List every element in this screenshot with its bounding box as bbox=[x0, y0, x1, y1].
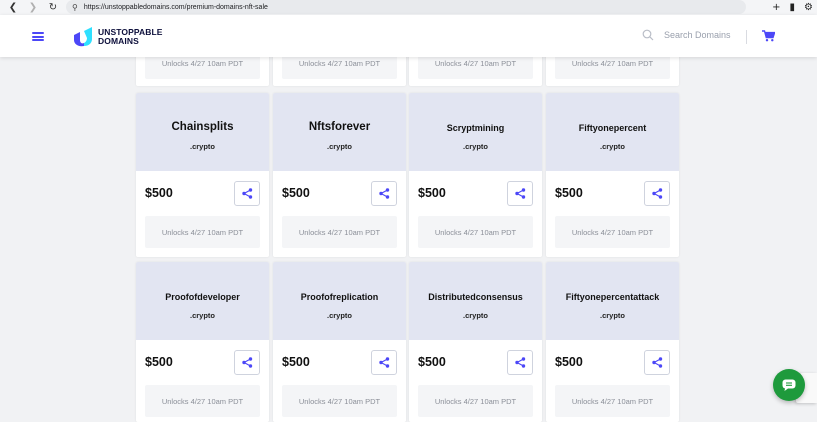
search-bar[interactable]: Search Domains bbox=[642, 29, 731, 41]
domain-tld: .crypto bbox=[462, 142, 488, 151]
price: $500 bbox=[555, 355, 583, 369]
unlock-label: Unlocks 4/27 10am PDT bbox=[555, 385, 670, 417]
share-button[interactable] bbox=[644, 350, 670, 375]
share-icon bbox=[651, 357, 662, 368]
domain-tld: .crypto bbox=[599, 311, 625, 320]
card-header: Proofofreplication .crypto bbox=[273, 262, 406, 340]
price: $500 bbox=[418, 186, 446, 200]
share-icon bbox=[514, 188, 525, 199]
unlock-label: Unlocks 4/27 10am PDT bbox=[418, 385, 533, 417]
settings-icon[interactable]: ⚙ bbox=[804, 2, 813, 13]
share-icon bbox=[241, 357, 252, 368]
price: $500 bbox=[145, 186, 173, 200]
price: $500 bbox=[555, 186, 583, 200]
share-icon bbox=[241, 188, 252, 199]
back-icon[interactable]: ❮ bbox=[6, 0, 20, 15]
domain-card[interactable]: Nftsforever .crypto $500 Unlocks 4/27 10… bbox=[273, 93, 406, 257]
logo-icon[interactable] bbox=[72, 27, 94, 47]
new-tab-icon[interactable]: + bbox=[772, 2, 780, 13]
search-input[interactable]: Search Domains bbox=[664, 30, 731, 40]
price: $500 bbox=[282, 355, 310, 369]
brand-name[interactable]: UNSTOPPABLE DOMAINS bbox=[98, 28, 163, 46]
chat-button[interactable] bbox=[773, 369, 805, 401]
domain-name: Proofofdeveloper bbox=[165, 292, 240, 302]
share-icon bbox=[378, 357, 389, 368]
share-button[interactable] bbox=[507, 181, 533, 206]
search-icon: ⚲ bbox=[72, 2, 78, 12]
domain-tld: .crypto bbox=[462, 311, 488, 320]
share-button[interactable] bbox=[371, 350, 397, 375]
domain-name: Distributedconsensus bbox=[428, 292, 523, 302]
domain-card[interactable]: Fiftyonepercent .crypto $500 Unlocks 4/2… bbox=[546, 93, 679, 257]
card-header: Fiftyonepercentattack .crypto bbox=[546, 262, 679, 340]
domain-card[interactable]: Proofofdeveloper .crypto $500 Unlocks 4/… bbox=[136, 262, 269, 422]
domain-card[interactable]: Distributedconsensus .crypto $500 Unlock… bbox=[409, 262, 542, 422]
brand-line2: DOMAINS bbox=[98, 36, 139, 46]
domain-tld: .crypto bbox=[326, 311, 352, 320]
domain-tld: .crypto bbox=[326, 142, 352, 151]
chat-icon bbox=[782, 379, 796, 391]
price: $500 bbox=[145, 355, 173, 369]
share-icon bbox=[378, 188, 389, 199]
domain-card[interactable]: Scryptmining .crypto $500 Unlocks 4/27 1… bbox=[409, 93, 542, 257]
domain-name: Nftsforever bbox=[308, 121, 371, 133]
share-button[interactable] bbox=[234, 350, 260, 375]
domain-tld: .crypto bbox=[599, 142, 625, 151]
site-header: UNSTOPPABLE DOMAINS Search Domains bbox=[0, 15, 817, 57]
domain-card[interactable]: Proofofreplication .crypto $500 Unlocks … bbox=[273, 262, 406, 422]
header-divider bbox=[746, 30, 747, 44]
domain-name: Chainsplits bbox=[171, 121, 234, 133]
share-button[interactable] bbox=[234, 181, 260, 206]
domain-card[interactable]: Chainsplits .crypto $500 Unlocks 4/27 10… bbox=[136, 93, 269, 257]
unlock-label: Unlocks 4/27 10am PDT bbox=[145, 216, 260, 248]
bookmark-icon[interactable]: ▮ bbox=[790, 2, 796, 13]
unlock-label: Unlocks 4/27 10am PDT bbox=[282, 216, 397, 248]
card-header: Fiftyonepercent .crypto bbox=[546, 93, 679, 171]
cart-icon[interactable] bbox=[762, 30, 775, 42]
share-button[interactable] bbox=[644, 181, 670, 206]
domain-name: Proofofreplication bbox=[300, 292, 379, 302]
forward-icon[interactable]: ❯ bbox=[26, 0, 40, 15]
card-header: Distributedconsensus .crypto bbox=[409, 262, 542, 340]
domain-name: Fiftyonepercent bbox=[578, 123, 647, 133]
domain-tld: .crypto bbox=[189, 311, 215, 320]
share-icon bbox=[514, 357, 525, 368]
price: $500 bbox=[418, 355, 446, 369]
card-header: Chainsplits .crypto bbox=[136, 93, 269, 171]
card-header: Scryptmining .crypto bbox=[409, 93, 542, 171]
unlock-label: Unlocks 4/27 10am PDT bbox=[282, 385, 397, 417]
domain-tld: .crypto bbox=[189, 142, 215, 151]
menu-icon[interactable] bbox=[32, 32, 44, 41]
price: $500 bbox=[282, 186, 310, 200]
share-button[interactable] bbox=[371, 181, 397, 206]
unlock-label: Unlocks 4/27 10am PDT bbox=[418, 216, 533, 248]
card-header: Nftsforever .crypto bbox=[273, 93, 406, 171]
unlock-label: Unlocks 4/27 10am PDT bbox=[145, 385, 260, 417]
domain-card[interactable]: Fiftyonepercentattack .crypto $500 Unloc… bbox=[546, 262, 679, 422]
domain-grid: Unlocks 4/27 10am PDT Unlocks 4/27 10am … bbox=[136, 0, 681, 422]
domain-name: Scryptmining bbox=[446, 123, 505, 133]
card-header: Proofofdeveloper .crypto bbox=[136, 262, 269, 340]
share-icon bbox=[651, 188, 662, 199]
search-icon bbox=[642, 29, 654, 41]
domain-name: Fiftyonepercentattack bbox=[565, 292, 660, 302]
unlock-label: Unlocks 4/27 10am PDT bbox=[555, 216, 670, 248]
share-button[interactable] bbox=[507, 350, 533, 375]
reload-icon[interactable]: ↻ bbox=[46, 0, 60, 15]
